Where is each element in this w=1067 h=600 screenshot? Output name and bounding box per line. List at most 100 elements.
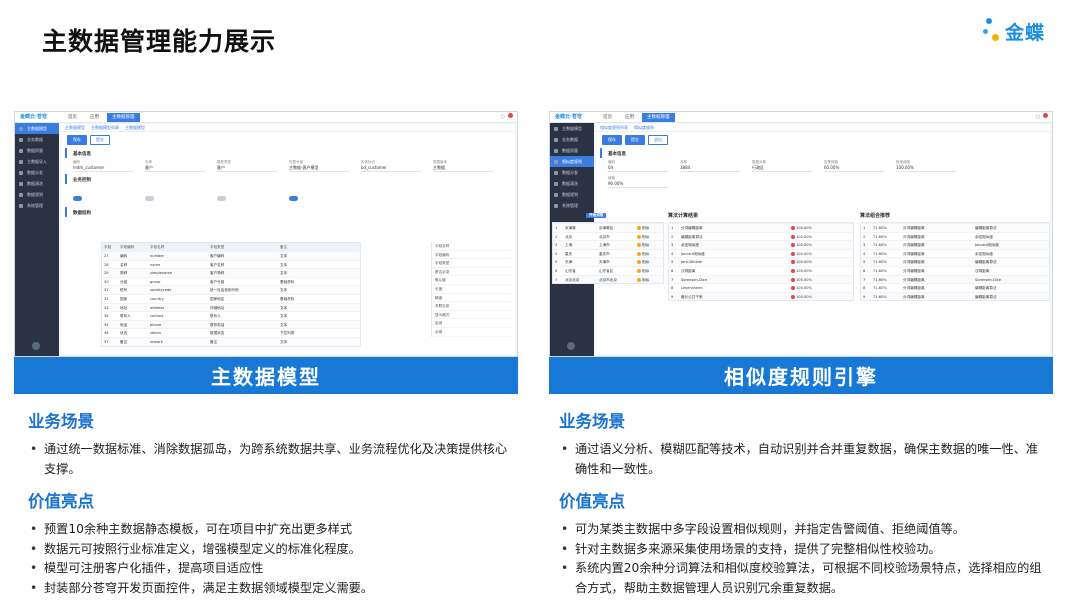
table-row[interactable]: 1 71.60% 分词编辑距离 编辑距离算法 bbox=[861, 223, 1049, 232]
toggle-switch[interactable] bbox=[217, 196, 226, 201]
property-row[interactable]: 长度 bbox=[432, 285, 511, 294]
table-row[interactable]: 6 山东省 山东省区 相似 bbox=[553, 265, 663, 275]
tab-mdm[interactable]: 主数据管理 bbox=[107, 113, 140, 122]
property-row[interactable]: 显示格式 bbox=[432, 311, 511, 320]
property-row[interactable]: 默认值 bbox=[432, 276, 511, 285]
table-row[interactable]: 27 编码 number 客户编码 文本 bbox=[102, 251, 360, 260]
breadcrumb-item[interactable]: 主数据模型 bbox=[65, 125, 85, 131]
toggle-switch[interactable] bbox=[73, 196, 82, 201]
table-row[interactable]: 1 京津冀 京津冀区 相似 bbox=[553, 223, 663, 232]
sidebar-item[interactable]: 数据规则 bbox=[550, 189, 594, 200]
name-field[interactable]: 客户 bbox=[145, 165, 205, 172]
save-button[interactable]: 保存 bbox=[602, 135, 622, 145]
table-row[interactable]: 35 电话 phone 联系电话 文本 bbox=[102, 319, 360, 329]
table-row[interactable]: 7 北京北京 北京市北京 相似 bbox=[553, 274, 663, 284]
sidebar-item[interactable]: 主数据模型 bbox=[550, 123, 594, 134]
table-row[interactable]: 34 联系人 contact 联系人 文本 bbox=[102, 311, 360, 320]
version-field[interactable]: 主数据 bbox=[433, 165, 493, 172]
property-row[interactable]: 必填 bbox=[432, 328, 511, 337]
table-row[interactable]: 4 71.60% 分词编辑距离 余弦相似度 bbox=[861, 248, 1049, 258]
breadcrumb-item[interactable]: 主数据模型 bbox=[125, 125, 145, 131]
notification-icon[interactable]: ○ bbox=[501, 113, 513, 120]
sidebar-item[interactable]: 主数据导入 bbox=[15, 156, 59, 167]
train-button[interactable]: 开始训练 bbox=[586, 213, 607, 218]
avatar[interactable] bbox=[32, 342, 40, 350]
table-row[interactable]: 6 汉明距离 100.00% bbox=[669, 265, 853, 275]
property-row[interactable]: 字段类型 bbox=[432, 259, 511, 268]
table-row[interactable]: 9 71.60% 分词编辑距离 编辑距离算法 bbox=[861, 291, 1049, 301]
reject-threshold-field[interactable]: 100.00% bbox=[896, 165, 956, 172]
warn-threshold-field[interactable]: 60.00% bbox=[824, 165, 884, 172]
table-row[interactable]: 32 国家 country 国家地区 基础资料 bbox=[102, 293, 360, 303]
table-row[interactable]: 29 简称 simplename 客户简称 文本 bbox=[102, 268, 360, 277]
code-field[interactable]: mdm_customer bbox=[73, 165, 133, 172]
tab-apps[interactable]: 应用 bbox=[620, 113, 639, 122]
table-row[interactable]: 33 地址 address 详细地址 文本 bbox=[102, 302, 360, 312]
table-row[interactable]: 8 Levenshtein 100.00% bbox=[669, 283, 853, 292]
toggle-switch[interactable] bbox=[289, 196, 298, 201]
toggle-switch[interactable] bbox=[145, 196, 154, 201]
sidebar-item[interactable]: 数据质量 bbox=[15, 145, 59, 156]
table-row[interactable]: 1 分词编辑距离 100.00% bbox=[669, 223, 853, 232]
name-field[interactable]: 3884 bbox=[680, 165, 740, 172]
table-row[interactable]: 5 71.60% 分词编辑距离 编辑距离算法 bbox=[861, 257, 1049, 266]
table-row[interactable]: 3 上海 上海市 相似 bbox=[553, 240, 663, 249]
tab-home[interactable]: 首页 bbox=[598, 113, 617, 122]
sidebar-item[interactable]: 业务数据 bbox=[15, 134, 59, 145]
table-row[interactable]: 2 编辑距离算法 100.00% bbox=[669, 231, 853, 241]
notification-icon[interactable]: ○ bbox=[1036, 113, 1048, 120]
sidebar-item[interactable]: 系统管理 bbox=[550, 200, 594, 211]
breadcrumb-item[interactable]: 主数据模型列表 bbox=[91, 125, 119, 131]
sidebar-item[interactable]: 数据分发 bbox=[550, 167, 594, 178]
sidebar-item[interactable]: 数据清洗 bbox=[15, 178, 59, 189]
table-row[interactable]: 30 分组 group 客户分组 基础资料 bbox=[102, 276, 360, 286]
save-button[interactable]: 保存 bbox=[67, 135, 87, 145]
sidebar-item[interactable]: 数据清洗 bbox=[550, 178, 594, 189]
table-row[interactable]: 9 最长公共子串 100.00% bbox=[669, 291, 853, 301]
sidebar-item[interactable]: 数据质量 bbox=[550, 145, 594, 156]
table-row[interactable]: 28 名称 name 客户名称 文本 bbox=[102, 259, 360, 269]
property-row[interactable]: 是否必录 bbox=[432, 268, 511, 277]
sidebar-item[interactable]: 系统管理 bbox=[15, 200, 59, 211]
threshold-field[interactable]: 90.00% bbox=[608, 181, 668, 188]
entity-field[interactable]: bd_customer bbox=[361, 165, 421, 172]
tab-home[interactable]: 首页 bbox=[63, 113, 82, 122]
table-row[interactable]: 37 备注 remark 备注 文本 bbox=[102, 336, 360, 346]
table-row[interactable]: 2 71.60% 分词编辑距离 余弦相似度 bbox=[861, 231, 1049, 241]
property-row[interactable]: 字段名称 bbox=[432, 242, 511, 251]
object-field[interactable]: 行政区 bbox=[752, 165, 812, 172]
tab-apps[interactable]: 应用 bbox=[85, 113, 104, 122]
table-row[interactable]: 31 税号 societycode 统一社会信用代码 文本 bbox=[102, 285, 360, 294]
property-row[interactable]: 关联实体 bbox=[432, 302, 511, 311]
exit-button[interactable]: 退出 bbox=[648, 135, 668, 145]
table-row[interactable]: 6 71.60% 分词编辑距离 汉明距离 bbox=[861, 265, 1049, 275]
sidebar-item[interactable]: 主数据模型 bbox=[15, 123, 59, 134]
breadcrumb-item[interactable]: 相似度规则 bbox=[634, 125, 654, 131]
tab-mdm[interactable]: 主数据管理 bbox=[642, 113, 675, 122]
breadcrumb-item[interactable]: 相似度规则列表 bbox=[600, 125, 628, 131]
property-row[interactable]: 字段编码 bbox=[432, 251, 511, 260]
table-row[interactable]: 4 重庆 重庆市 相似 bbox=[553, 248, 663, 258]
table-row[interactable]: 7 71.60% 分词编辑距离 Sorensen-Dice bbox=[861, 274, 1049, 284]
property-row[interactable]: 启用 bbox=[432, 319, 511, 328]
table-row[interactable]: 5 Jaro-Winkler 100.00% bbox=[669, 257, 853, 266]
table-row[interactable]: 7 Sorensen-Dice 100.00% bbox=[669, 274, 853, 284]
sidebar-item[interactable]: 相似度规则 bbox=[550, 156, 594, 167]
submit-button[interactable]: 提交 bbox=[625, 135, 645, 145]
table-row[interactable]: 4 Jaccard相似度 100.00% bbox=[669, 248, 853, 258]
submit-button[interactable]: 提交 bbox=[90, 135, 110, 145]
type-field[interactable]: 客户 bbox=[217, 165, 277, 172]
code-field[interactable]: 04 bbox=[608, 165, 668, 172]
sidebar-item[interactable]: 业务数据 bbox=[550, 134, 594, 145]
table-row[interactable]: 5 天津 天津市 相似 bbox=[553, 257, 663, 266]
table-row[interactable]: 3 71.60% 分词编辑距离 Jaccard相似度 bbox=[861, 240, 1049, 249]
table-row[interactable]: 2 北京 北京市 相似 bbox=[553, 231, 663, 241]
table-row[interactable]: 36 状态 status 数据状态 下拉列表 bbox=[102, 328, 360, 337]
table-row[interactable]: 3 余弦相似度 100.00% bbox=[669, 240, 853, 249]
sidebar-item[interactable]: 数据规则 bbox=[15, 189, 59, 200]
avatar[interactable] bbox=[567, 342, 575, 350]
group-field[interactable]: 主数据-客户模型 bbox=[289, 165, 349, 172]
table-row[interactable]: 8 71.60% 分词编辑距离 编辑距离算法 bbox=[861, 283, 1049, 292]
property-row[interactable]: 精度 bbox=[432, 294, 511, 303]
sidebar-item[interactable]: 数据分发 bbox=[15, 167, 59, 178]
